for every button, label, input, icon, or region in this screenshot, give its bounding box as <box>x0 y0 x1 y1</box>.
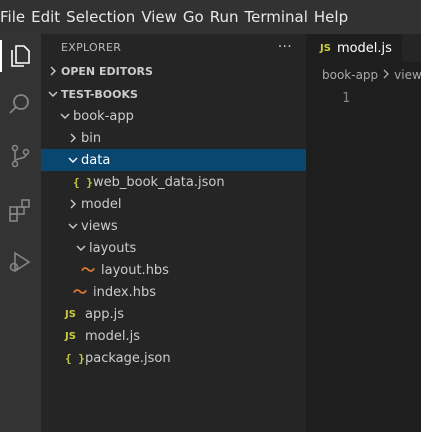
editor-area: JS model.js book-app view 1 <box>306 34 421 432</box>
line-number: 1 <box>342 90 350 106</box>
chevron-down-icon <box>45 89 61 99</box>
tree-folder-book-app[interactable]: book-app <box>41 105 306 127</box>
workspace-section[interactable]: TEST-BOOKS <box>41 83 306 105</box>
handlebars-file-icon: 〜 <box>81 263 95 279</box>
tree-label: model.js <box>85 328 140 344</box>
explorer-header: EXPLORER ··· <box>41 34 306 60</box>
javascript-file-icon: JS <box>65 308 76 320</box>
code-line[interactable]: 1 <box>306 88 421 108</box>
explorer-title: EXPLORER <box>61 40 122 54</box>
tree-label: web_book_data.json <box>93 174 225 190</box>
tree-folder-data[interactable]: data <box>41 149 306 171</box>
tree-file-web-book-data-json[interactable]: { } web_book_data.json <box>41 171 306 193</box>
handlebars-file-icon: 〜 <box>73 285 87 301</box>
tree-folder-bin[interactable]: bin <box>41 127 306 149</box>
tree-file-layout-hbs[interactable]: 〜 layout.hbs <box>41 259 306 281</box>
tree-label: book-app <box>73 108 134 124</box>
tree-folder-model[interactable]: model <box>41 193 306 215</box>
source-control-icon[interactable] <box>4 140 36 172</box>
tree-folder-layouts[interactable]: layouts <box>41 237 306 259</box>
menu-go[interactable]: Go <box>183 8 210 26</box>
tree-label: index.hbs <box>93 284 156 300</box>
run-debug-icon[interactable] <box>4 246 36 278</box>
chevron-right-icon <box>65 133 81 143</box>
tree-label: layout.hbs <box>101 262 169 278</box>
tree-file-app-js[interactable]: JS app.js <box>41 303 306 325</box>
workspace-label: TEST-BOOKS <box>61 87 138 101</box>
open-editors-label: OPEN EDITORS <box>61 64 153 78</box>
menu-bar: File Edit Selection View Go Run Terminal… <box>0 0 421 34</box>
chevron-right-icon <box>65 199 81 209</box>
extensions-icon[interactable] <box>4 194 36 226</box>
menu-terminal[interactable]: Terminal <box>245 8 314 26</box>
tree-label: bin <box>81 130 102 146</box>
menu-edit[interactable]: Edit <box>31 8 66 26</box>
tab-label: model.js <box>336 40 392 56</box>
tree-file-index-hbs[interactable]: 〜 index.hbs <box>41 281 306 303</box>
chevron-down-icon <box>57 111 73 121</box>
search-icon[interactable] <box>4 88 36 120</box>
files-icon[interactable] <box>0 40 36 72</box>
activity-bar <box>0 34 41 432</box>
tree-label: layouts <box>89 240 137 256</box>
breadcrumb: book-app view <box>306 62 421 88</box>
json-file-icon: { } <box>65 351 85 365</box>
tree-folder-views[interactable]: views <box>41 215 306 237</box>
open-editors-section[interactable]: OPEN EDITORS <box>41 60 306 82</box>
tree-file-model-js[interactable]: JS model.js <box>41 325 306 347</box>
menu-selection[interactable]: Selection <box>66 8 141 26</box>
menu-run[interactable]: Run <box>210 8 245 26</box>
breadcrumb-item[interactable]: book-app <box>322 68 378 82</box>
menu-view[interactable]: View <box>141 8 183 26</box>
tree-label: app.js <box>85 306 124 322</box>
more-actions-button[interactable]: ··· <box>278 39 292 55</box>
chevron-down-icon <box>65 155 81 165</box>
tree-label: model <box>81 196 122 212</box>
chevron-down-icon <box>73 243 89 253</box>
explorer-sidebar: EXPLORER ··· OPEN EDITORS TEST-BOOKS boo… <box>41 34 306 432</box>
menu-file[interactable]: File <box>0 8 31 26</box>
javascript-file-icon: JS <box>65 330 76 342</box>
chevron-right-icon <box>382 68 390 82</box>
chevron-right-icon <box>45 66 61 76</box>
breadcrumb-item[interactable]: view <box>394 68 421 82</box>
menu-help[interactable]: Help <box>314 8 354 26</box>
tab-model-js[interactable]: JS model.js <box>306 34 402 62</box>
tree-file-package-json[interactable]: { } package.json <box>41 347 306 369</box>
tree-label: package.json <box>85 350 171 366</box>
json-file-icon: { } <box>73 175 93 189</box>
editor-tab-bar: JS model.js <box>306 34 421 62</box>
tree-label: views <box>81 218 118 234</box>
javascript-file-icon: JS <box>320 42 331 54</box>
chevron-down-icon <box>65 221 81 231</box>
tree-label: data <box>81 152 111 168</box>
